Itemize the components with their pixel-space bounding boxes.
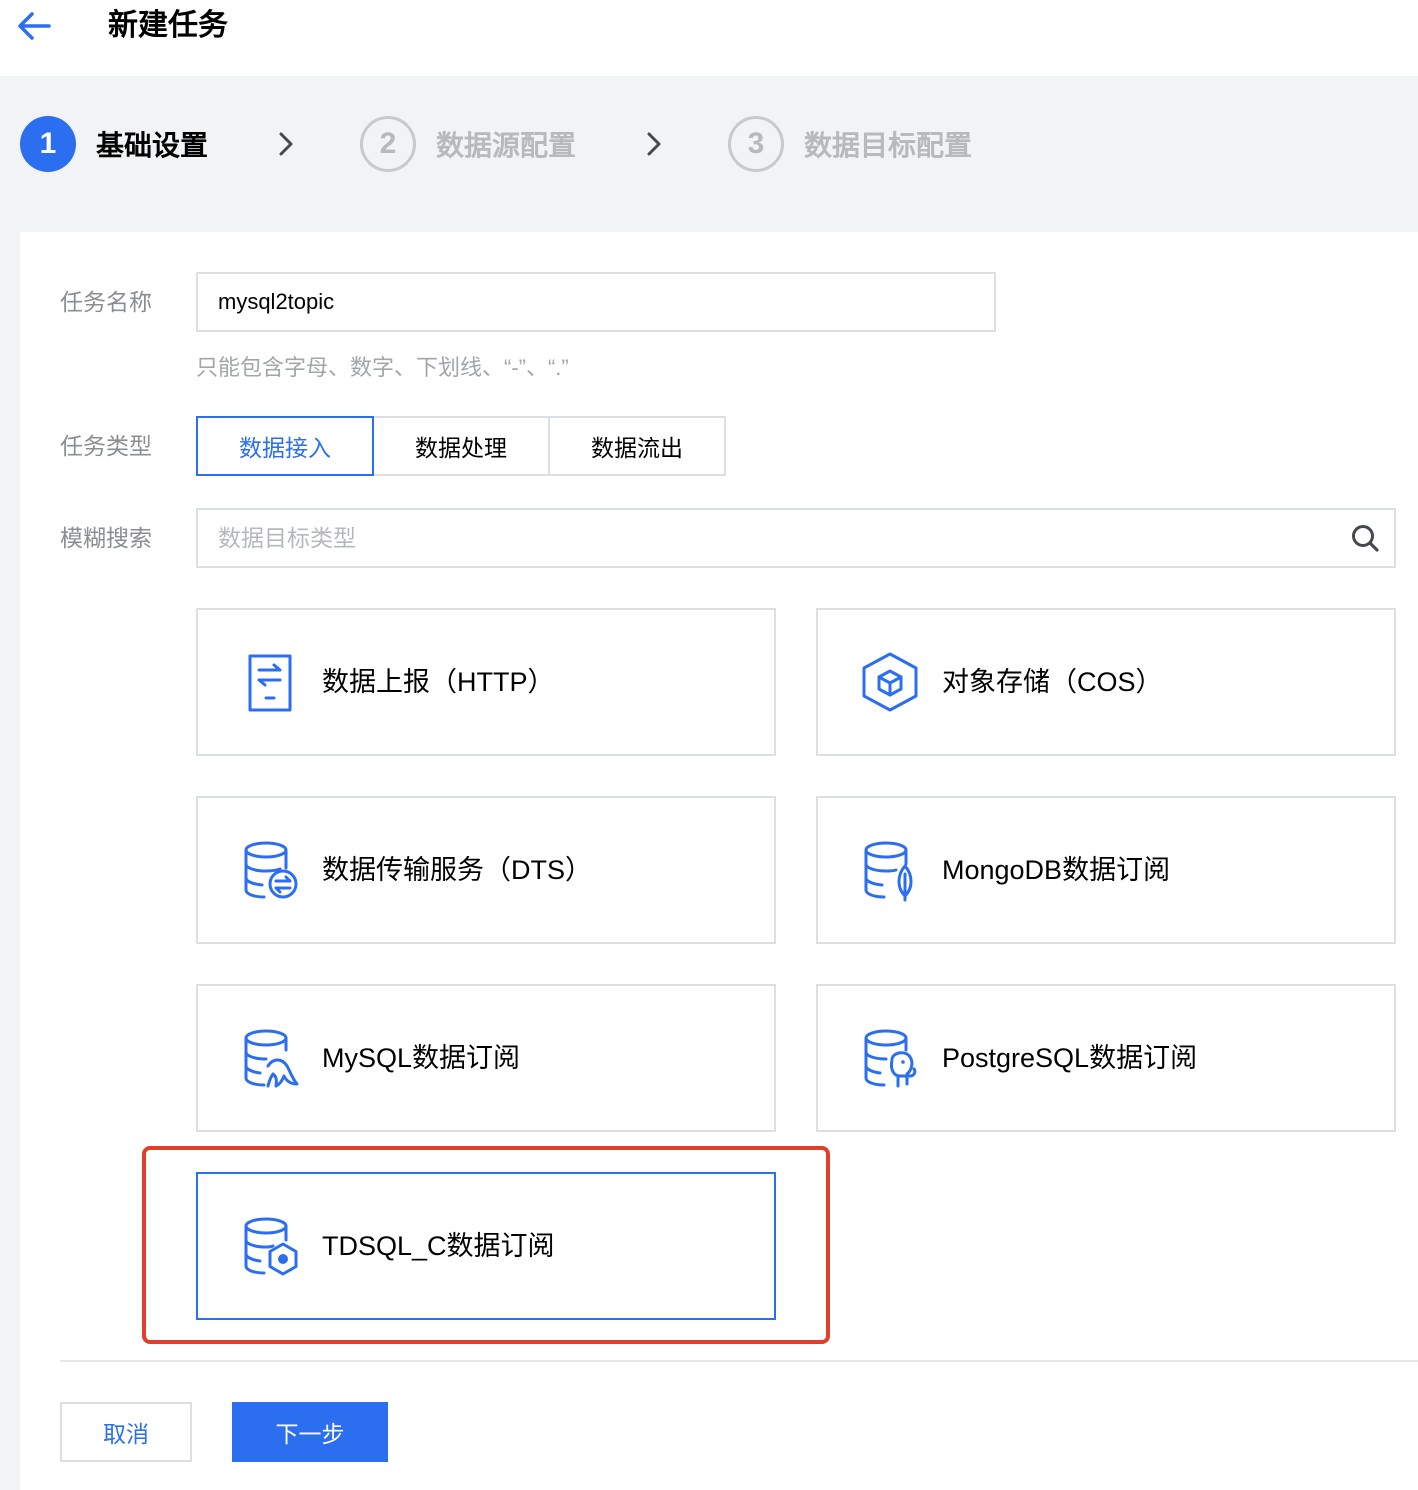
task-type-data-outflow[interactable]: 数据流出 xyxy=(548,416,726,476)
cos-cube-icon xyxy=(862,652,918,712)
tile-label: 数据传输服务（DTS） xyxy=(322,855,592,885)
step-indicator: 1 基础设置 2 数据源配置 3 数据目标配置 xyxy=(0,76,1418,232)
step-label: 基础设置 xyxy=(96,130,209,161)
tile-postgresql[interactable]: PostgreSQL数据订阅 xyxy=(816,984,1396,1132)
tile-dts[interactable]: 数据传输服务（DTS） xyxy=(196,796,776,944)
tile-mysql[interactable]: MySQL数据订阅 xyxy=(196,984,776,1132)
tile-cos-storage[interactable]: 对象存储（COS） xyxy=(816,608,1396,756)
step-basic-settings: 1 基础设置 xyxy=(20,116,208,172)
task-name-input[interactable] xyxy=(196,272,996,332)
search-box xyxy=(196,508,1396,568)
back-button[interactable] xyxy=(14,6,54,46)
tile-label: TDSQL_C数据订阅 xyxy=(322,1231,555,1261)
task-name-label: 任务名称 xyxy=(60,289,152,315)
tile-tdsql-c[interactable]: TDSQL_C数据订阅 xyxy=(196,1172,776,1320)
form-card: 任务名称 只能包含字母、数字、下划线、“-”、“.” 任务类型 数据接入 数据处… xyxy=(20,232,1418,1490)
search-icon[interactable] xyxy=(1350,523,1380,553)
step-target-config: 3 数据目标配置 xyxy=(728,116,972,172)
tile-mongodb[interactable]: MongoDB数据订阅 xyxy=(816,796,1396,944)
task-type-data-process[interactable]: 数据处理 xyxy=(372,416,550,476)
tile-label: MySQL数据订阅 xyxy=(322,1043,521,1073)
dts-database-icon xyxy=(244,841,298,899)
http-report-icon xyxy=(248,654,292,712)
tile-label: MongoDB数据订阅 xyxy=(942,855,1171,885)
search-input[interactable] xyxy=(198,510,1338,566)
tdsql-database-icon xyxy=(244,1217,298,1276)
step-number: 1 xyxy=(20,116,76,172)
step-number: 3 xyxy=(728,116,784,172)
mongodb-database-icon xyxy=(864,841,913,902)
step-number: 2 xyxy=(360,116,416,172)
cancel-button[interactable]: 取消 xyxy=(60,1402,192,1462)
postgresql-database-icon xyxy=(864,1029,917,1088)
step-label: 数据源配置 xyxy=(436,130,577,161)
page-header: 新建任务 xyxy=(0,0,1418,76)
tile-label: 数据上报（HTTP） xyxy=(322,667,555,697)
footer-divider xyxy=(60,1360,1418,1362)
task-type-label: 任务类型 xyxy=(60,433,152,459)
chevron-right-icon xyxy=(647,132,661,156)
chevron-right-icon xyxy=(279,132,293,156)
fuzzy-search-label: 模糊搜索 xyxy=(60,525,152,551)
tile-label: 对象存储（COS） xyxy=(942,667,1163,697)
tile-label: PostgreSQL数据订阅 xyxy=(942,1043,1198,1073)
next-step-button[interactable]: 下一步 xyxy=(232,1402,388,1462)
mysql-database-icon xyxy=(244,1029,299,1088)
page-title: 新建任务 xyxy=(108,9,228,42)
step-label: 数据目标配置 xyxy=(804,130,973,161)
task-name-hint: 只能包含字母、数字、下划线、“-”、“.” xyxy=(196,355,569,380)
step-source-config: 2 数据源配置 xyxy=(360,116,576,172)
task-type-selector: 数据接入 数据处理 数据流出 xyxy=(196,416,726,476)
task-type-data-ingest[interactable]: 数据接入 xyxy=(196,416,374,476)
tile-http-report[interactable]: 数据上报（HTTP） xyxy=(196,608,776,756)
arrow-left-icon xyxy=(18,12,51,40)
